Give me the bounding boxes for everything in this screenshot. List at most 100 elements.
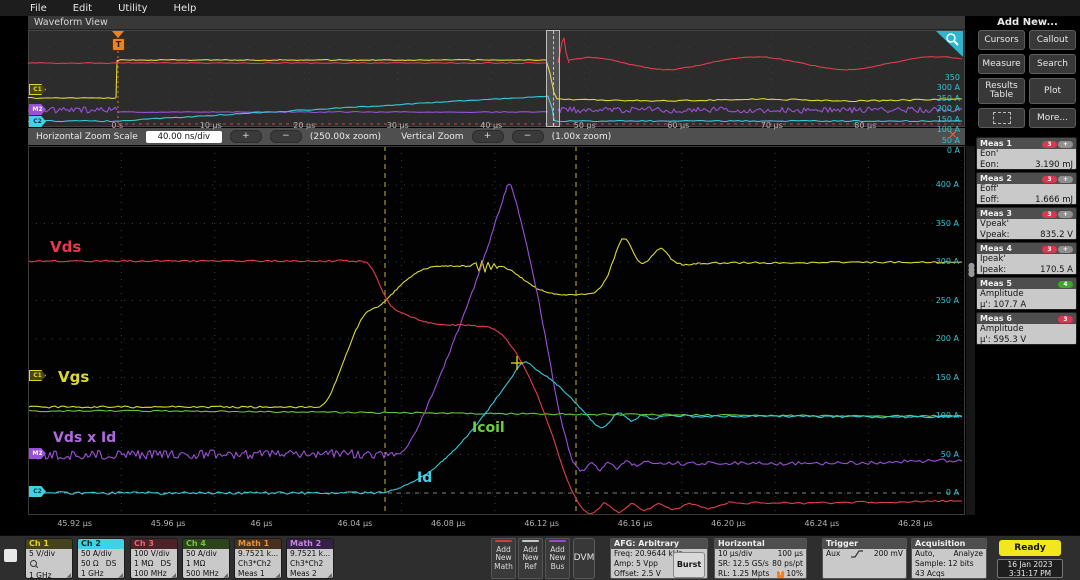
acquisition-analyze: Analyze bbox=[953, 549, 983, 559]
meas-badge-5[interactable]: Meas 54Amplitudeµ': 107.7 A bbox=[976, 277, 1077, 310]
trigger-panel[interactable]: Trigger Aux 200 mV bbox=[822, 538, 907, 579]
hzoom-plus-button[interactable]: + bbox=[230, 130, 262, 143]
more-button[interactable]: More... bbox=[1029, 108, 1076, 128]
channel-badge-math1[interactable]: Math 19.7521 k...Ch3*Ch2Meas 1◢ bbox=[234, 538, 282, 579]
channel-title: Ch 1 bbox=[26, 539, 72, 549]
meas-title: Meas 3 bbox=[980, 209, 1012, 218]
trigger-arrow-icon bbox=[112, 31, 124, 38]
meas-value: 835.2 V bbox=[1040, 230, 1073, 240]
meas-name: Amplitude bbox=[980, 324, 1073, 335]
main-time-label: 45.92 µs bbox=[57, 519, 92, 528]
add-new-ref-button[interactable]: Add New Ref bbox=[518, 538, 543, 579]
main-time-label: 45.96 µs bbox=[151, 519, 186, 528]
vds-x-id-trace-label: Vds x Id bbox=[53, 430, 116, 446]
icoil-trace-label: Icoil bbox=[472, 420, 505, 436]
callout-button[interactable]: Callout bbox=[1029, 30, 1076, 50]
main-time-label: 46.16 µs bbox=[618, 519, 653, 528]
channel-setting: 1 MΩ DS bbox=[134, 559, 177, 569]
cursors-button[interactable]: Cursors bbox=[978, 30, 1025, 50]
vgs-trace-label: Vgs bbox=[58, 368, 89, 386]
id-trace-label: Id bbox=[417, 470, 432, 486]
channel-badge-ch1[interactable]: Ch 15 V/div1 GHz◢ bbox=[25, 538, 73, 579]
overview-amplitude-axis: 350300 A250 A200 A150 A100 A50 A0 A bbox=[28, 30, 962, 127]
meas-title: Meas 5 bbox=[980, 279, 1012, 288]
vzoom-plus-button[interactable]: + bbox=[472, 130, 504, 143]
meas-name: Ipeak' bbox=[980, 254, 1073, 265]
acquisition-panel[interactable]: Acquisition Auto,Analyze Sample: 12 bits… bbox=[911, 538, 987, 579]
channel-setting: 50 A/div bbox=[81, 549, 124, 559]
channel-badge-ch4[interactable]: Ch 450 A/div1 MΩ500 MHz◢ bbox=[182, 538, 230, 579]
tab-label: Waveform View bbox=[34, 17, 108, 28]
main-amp-label: 250 A bbox=[936, 296, 959, 305]
measure-button[interactable]: Measure bbox=[978, 54, 1025, 74]
ready-status-button[interactable]: Ready bbox=[999, 540, 1061, 556]
add-new-bus-button[interactable]: Add New Bus bbox=[545, 538, 570, 579]
clipping-indicator-icon: ◢ bbox=[223, 573, 228, 579]
trigger-marker[interactable]: T bbox=[112, 38, 125, 51]
panel-grab-icon[interactable] bbox=[4, 549, 17, 562]
afg-title: AFG: Arbitrary bbox=[611, 539, 707, 549]
draw-a-box-button[interactable] bbox=[978, 108, 1025, 128]
burst-button[interactable]: Burst bbox=[673, 552, 705, 578]
afg-panel[interactable]: AFG: Arbitrary Freq: 20.9644 kHz Amp: 5 … bbox=[610, 538, 708, 579]
menu-bar: File Edit Utility Help bbox=[0, 0, 1080, 16]
zoom-window-box[interactable] bbox=[546, 30, 560, 127]
trigger-source: Aux bbox=[826, 549, 840, 559]
menu-file[interactable]: File bbox=[30, 3, 47, 14]
meas-badge-1[interactable]: Meas 13+Eon'Eon:3.190 mJ bbox=[976, 137, 1077, 170]
channel-title: Math 1 bbox=[235, 539, 281, 549]
meas-source-badge: 4 bbox=[1058, 281, 1073, 288]
add-new-header: Add New... bbox=[975, 17, 1080, 28]
accent-line bbox=[522, 540, 539, 542]
meas-badge-6[interactable]: Meas 63Amplitudeµ': 595.3 V bbox=[976, 312, 1077, 345]
horizontal-scale: 10 µs/div bbox=[718, 549, 752, 559]
meas-source-badge: 3 bbox=[1042, 211, 1057, 218]
meas-title: Meas 6 bbox=[980, 314, 1012, 323]
acquisition-sample: Sample: 12 bits bbox=[915, 559, 983, 569]
date-label: 16 Jan 2023 bbox=[998, 560, 1062, 569]
results-table-button[interactable]: Results Table bbox=[978, 78, 1025, 104]
meas-key: µ': bbox=[980, 300, 991, 310]
tab-waveform-view[interactable]: Waveform View bbox=[28, 16, 965, 30]
drag-handle-icon[interactable]: ●●● bbox=[968, 264, 972, 276]
meas-source-badge: + bbox=[1058, 211, 1073, 218]
channel-badge-math2[interactable]: Math 29.7521 k...Ch3*Ch2Meas 2◢ bbox=[286, 538, 334, 579]
meas-source-badge: 3 bbox=[1042, 141, 1057, 148]
hzoom-minus-button[interactable]: − bbox=[270, 130, 302, 143]
search-button[interactable]: Search bbox=[1029, 54, 1076, 74]
channel-title: Ch 3 bbox=[131, 539, 177, 549]
meas-key: Vpeak: bbox=[980, 230, 1009, 240]
meas-name: Eon' bbox=[980, 149, 1073, 160]
clipping-indicator-icon: ◢ bbox=[171, 573, 176, 579]
overview-amp-label: 150 A bbox=[937, 115, 960, 124]
channel-setting: 9.7521 k... bbox=[290, 549, 333, 559]
add-new-math-button[interactable]: Add New Math bbox=[491, 538, 516, 579]
menu-help[interactable]: Help bbox=[174, 3, 197, 14]
channel-badge-ch3[interactable]: Ch 3100 V/div1 MΩ DS100 MHz◢ bbox=[130, 538, 178, 579]
hzoom-scale-value[interactable]: 40.00 ns/div bbox=[146, 131, 222, 143]
channel-setting: 100 V/div bbox=[134, 549, 177, 559]
menu-edit[interactable]: Edit bbox=[73, 3, 92, 14]
clipping-indicator-icon: ◢ bbox=[66, 573, 71, 579]
meas-badge-3[interactable]: Meas 33+Vpeak'Vpeak:835.2 V bbox=[976, 207, 1077, 240]
meas-source-badge: + bbox=[1058, 176, 1073, 183]
main-amp-label: 150 A bbox=[936, 373, 959, 382]
right-scroll-strip[interactable] bbox=[966, 146, 975, 515]
clipping-indicator-icon: ◢ bbox=[327, 573, 332, 579]
channel-setting: Ch3*Ch2 bbox=[238, 559, 281, 569]
meas-key: µ': bbox=[980, 335, 991, 345]
meas-source-badge: 3 bbox=[1058, 316, 1073, 323]
dvm-button[interactable]: DVM bbox=[573, 538, 595, 579]
vzoom-label: Vertical Zoom bbox=[401, 132, 464, 142]
plot-button[interactable]: Plot bbox=[1029, 78, 1076, 104]
time-label: 3:31:17 PM bbox=[998, 569, 1062, 578]
meas-badge-2[interactable]: Meas 23+Eoff'Eoff:1.666 mJ bbox=[976, 172, 1077, 205]
main-time-label: 46.20 µs bbox=[711, 519, 746, 528]
menu-utility[interactable]: Utility bbox=[118, 3, 147, 14]
main-time-label: 46.12 µs bbox=[524, 519, 559, 528]
channel-setting: 50 Ω DS bbox=[81, 559, 124, 569]
vzoom-minus-button[interactable]: − bbox=[512, 130, 544, 143]
horizontal-panel[interactable]: Horizontal 10 µs/div100 µs SR: 12.5 GS/s… bbox=[714, 538, 807, 579]
meas-badge-4[interactable]: Meas 43+Ipeak'Ipeak:170.5 A bbox=[976, 242, 1077, 275]
channel-badge-ch2[interactable]: Ch 250 A/div50 Ω DS1 GHz◢ bbox=[77, 538, 125, 579]
